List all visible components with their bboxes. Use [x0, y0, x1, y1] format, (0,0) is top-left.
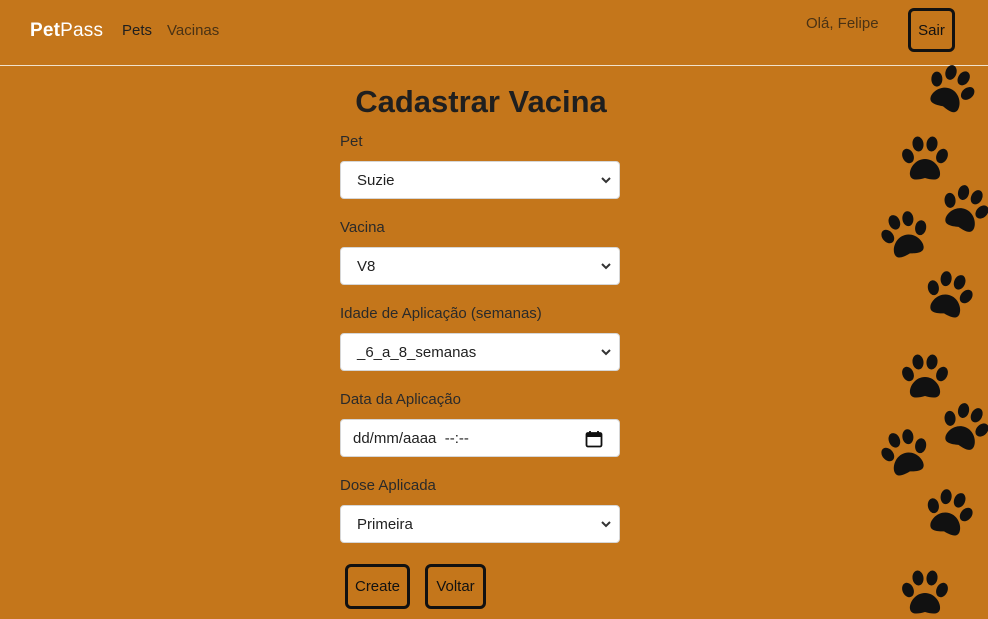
paw-print-icon — [899, 569, 951, 614]
chevron-down-icon — [601, 177, 611, 184]
vaccine-select[interactable]: V8 — [340, 247, 620, 285]
user-greeting: Olá, Felipe — [806, 15, 879, 32]
create-button[interactable]: Create — [345, 564, 410, 609]
date-label: Data da Aplicação — [340, 391, 461, 408]
nav-link-vacinas[interactable]: Vacinas — [167, 22, 219, 39]
paw-print-icon — [899, 353, 951, 398]
pet-select[interactable]: Suzie — [340, 161, 620, 199]
brand-bold: Pet — [30, 20, 61, 41]
date-input[interactable]: dd/mm/aaaa --:-- — [340, 419, 620, 457]
logout-button[interactable]: Sair — [908, 8, 955, 52]
paw-print-icon — [919, 60, 984, 119]
brand-light: Pass — [60, 20, 104, 41]
nav-link-pets[interactable]: Pets — [122, 22, 152, 39]
dose-select[interactable]: Primeira — [340, 505, 620, 543]
pet-label: Pet — [340, 133, 363, 150]
age-label: Idade de Aplicação (semanas) — [340, 305, 542, 322]
date-input-placeholder: dd/mm/aaaa --:-- — [353, 429, 469, 447]
paw-print-icon — [874, 206, 935, 262]
back-button[interactable]: Voltar — [425, 564, 486, 609]
vaccine-label: Vacina — [340, 219, 385, 236]
chevron-down-icon — [601, 521, 611, 528]
chevron-down-icon — [601, 263, 611, 270]
paw-print-icon — [919, 484, 980, 540]
age-select[interactable]: _6_a_8_semanas — [340, 333, 620, 371]
vaccine-select-value: V8 — [357, 257, 376, 275]
paw-print-decoration — [860, 60, 988, 619]
dose-label: Dose Aplicada — [340, 477, 436, 494]
age-select-value: _6_a_8_semanas — [357, 343, 477, 361]
navbar: PetPass Pets Vacinas Olá, Felipe Sair — [0, 0, 988, 66]
chevron-down-icon — [601, 349, 611, 356]
dose-select-value: Primeira — [357, 515, 413, 533]
page-title: Cadastrar Vacina — [355, 84, 607, 119]
paw-print-icon — [919, 266, 980, 322]
pet-select-value: Suzie — [357, 171, 395, 189]
brand-logo[interactable]: PetPass — [30, 20, 103, 42]
paw-print-icon — [899, 135, 951, 180]
calendar-icon[interactable] — [585, 430, 603, 448]
paw-print-icon — [874, 424, 935, 480]
